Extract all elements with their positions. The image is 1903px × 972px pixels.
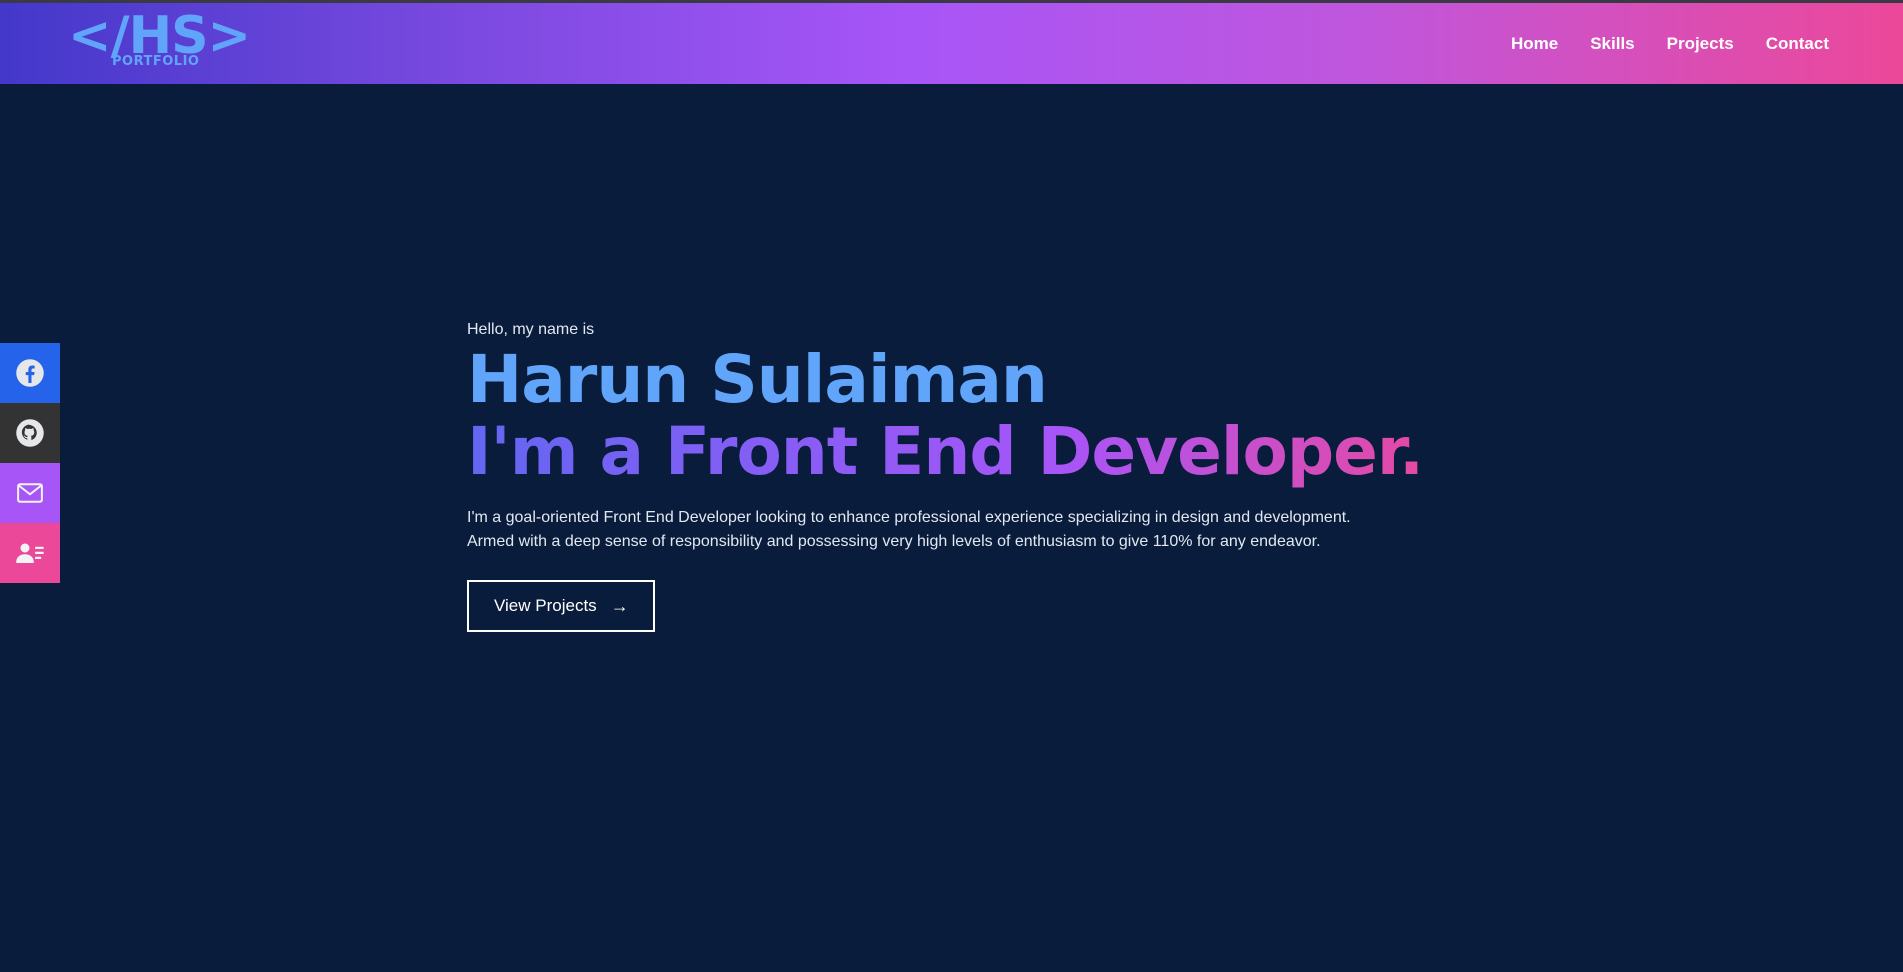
hero-name: Harun Sulaiman bbox=[467, 341, 1048, 418]
main-nav: Home Skills Projects Contact bbox=[1511, 34, 1829, 54]
resume-link[interactable] bbox=[0, 523, 60, 583]
nav-link-skills[interactable]: Skills bbox=[1590, 34, 1634, 54]
hero-bio: I'm a goal-oriented Front End Developer … bbox=[467, 509, 1351, 550]
arrow-right-icon: → bbox=[610, 595, 629, 616]
resume-icon bbox=[16, 543, 44, 563]
view-projects-button[interactable]: View Projects → bbox=[467, 580, 655, 632]
hero-role: I'm a Front End Developer. bbox=[467, 416, 1467, 488]
mail-icon bbox=[17, 483, 43, 503]
site-logo[interactable]: </HS> PORTFOLIO bbox=[68, 7, 251, 71]
github-link[interactable] bbox=[0, 403, 60, 463]
view-projects-label: View Projects bbox=[494, 596, 597, 615]
nav-link-projects[interactable]: Projects bbox=[1667, 34, 1734, 54]
top-navbar: </HS> PORTFOLIO Home Skills Projects Con… bbox=[0, 0, 1903, 84]
facebook-icon bbox=[16, 359, 44, 387]
email-link[interactable] bbox=[0, 463, 60, 523]
nav-link-contact[interactable]: Contact bbox=[1766, 34, 1829, 54]
hero-section: Hello, my name is Harun Sulaiman I'm a F… bbox=[467, 320, 1467, 632]
github-icon bbox=[16, 419, 44, 447]
facebook-link[interactable] bbox=[0, 343, 60, 403]
social-sidebar bbox=[0, 343, 60, 583]
nav-link-home[interactable]: Home bbox=[1511, 34, 1558, 54]
logo-subtitle: PORTFOLIO bbox=[112, 54, 200, 69]
hero-greeting: Hello, my name is bbox=[467, 321, 595, 338]
